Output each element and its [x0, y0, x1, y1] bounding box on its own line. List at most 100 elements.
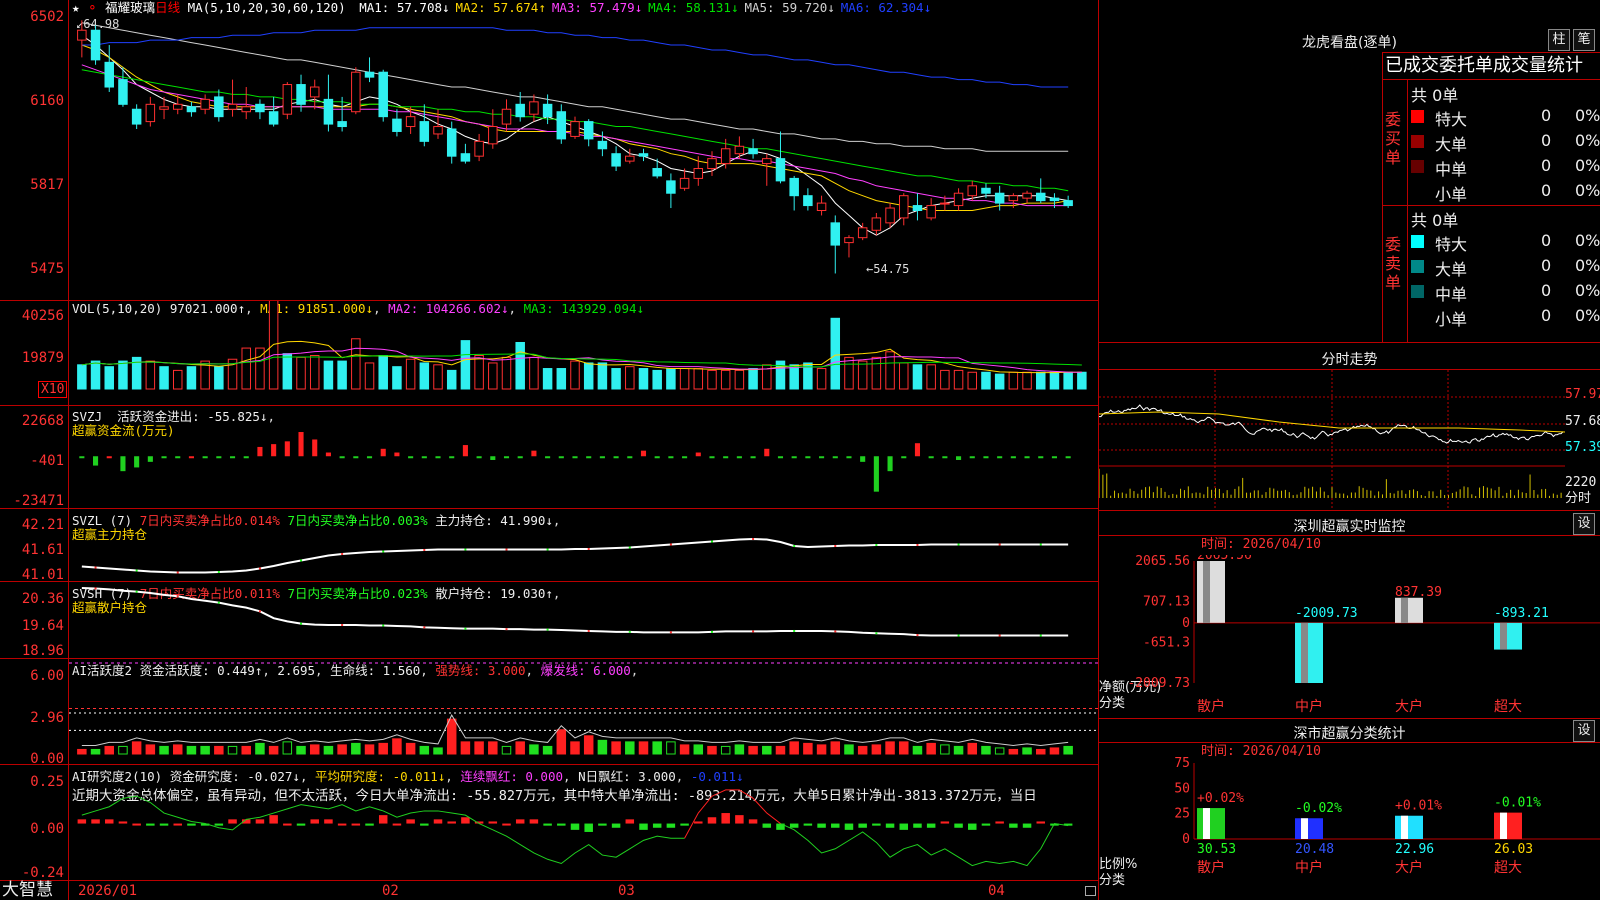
main-holding-line-point — [752, 538, 755, 540]
activity-bar — [337, 744, 347, 755]
category-label: 中户 — [1295, 698, 1323, 715]
activity-bar — [748, 745, 758, 755]
flow-bar — [1051, 456, 1057, 459]
candlestick-chart[interactable] — [69, 0, 1098, 300]
main-holding-line — [81, 537, 1069, 574]
candle-body — [1063, 200, 1073, 207]
activity-bar — [967, 742, 978, 755]
class-title: 深市超赢分类统计 — [1293, 726, 1406, 742]
research-bar — [707, 817, 717, 824]
candle-body — [981, 187, 991, 194]
bar-value-label: -0.01% — [1494, 796, 1541, 811]
candle-body — [200, 98, 210, 110]
bar-view-button[interactable]: 柱 — [1548, 29, 1570, 51]
flow-bar — [1024, 456, 1030, 459]
candle-body — [364, 71, 375, 78]
retail-holding-chart[interactable] — [69, 582, 1098, 658]
candle-body — [323, 98, 334, 125]
bar-value-label: +0.01% — [1395, 799, 1442, 814]
volume-bar — [529, 356, 539, 390]
monitor-settings-button[interactable]: 设 — [1573, 513, 1595, 535]
volume-bar — [693, 368, 704, 390]
research-bar — [529, 819, 539, 824]
retail-holding-line-point — [587, 629, 590, 632]
intraday-chart[interactable] — [1099, 370, 1565, 510]
main-holding-line-point — [382, 550, 385, 553]
divider — [1099, 342, 1600, 343]
volume-bar — [597, 362, 608, 390]
class-bar-chart[interactable]: 75 50 25 0 +0.02% 30.53 散户 -0.02% 20.48 中户 +0.01% 2… — [1099, 755, 1600, 900]
class-settings-button[interactable]: 设 — [1573, 720, 1595, 742]
volume-bar — [241, 347, 251, 390]
activity-bar — [570, 741, 580, 755]
flow-bar — [353, 456, 359, 459]
flow-bar — [545, 456, 551, 459]
pen-view-button[interactable]: 笔 — [1573, 29, 1595, 51]
activity-bar — [885, 741, 895, 755]
volume-bar — [857, 360, 868, 390]
candle-body — [638, 153, 649, 157]
research-bar — [406, 819, 415, 824]
retail-holding-line-point — [176, 595, 179, 598]
research-bar — [570, 823, 580, 830]
category-bar-highlight — [1203, 561, 1210, 623]
retail-holding-line-point — [916, 634, 919, 637]
research-bar — [858, 823, 867, 828]
lock-icon[interactable] — [1085, 886, 1096, 896]
intraday-axis-label: 57.97 — [1565, 387, 1600, 402]
research-bar — [968, 823, 977, 830]
volume-bar — [748, 368, 758, 390]
research-bar — [872, 823, 881, 826]
flow-bar — [271, 444, 277, 457]
candle-body — [309, 86, 320, 98]
activity-bar — [816, 744, 827, 755]
candle-body — [241, 106, 251, 113]
research-bar — [255, 819, 265, 824]
ma-line-ma6 — [81, 27, 1069, 88]
flow-bar — [120, 456, 126, 472]
retail-holding-line-point — [135, 590, 138, 593]
research-bar — [146, 823, 155, 826]
main-holding-chart[interactable] — [69, 509, 1098, 581]
fund-flow-chart[interactable] — [69, 406, 1098, 508]
monitor-bar-chart[interactable]: 2065.56 707.13 0 -651.3 -2009.73 2065.56 散户 -20… — [1099, 555, 1600, 715]
candle-body — [583, 121, 594, 140]
flow-bar — [572, 456, 578, 459]
main-chart-panel[interactable]: ★ ⚬ 福耀玻璃日线 MA(5,10,20,30,60,120) MA1: 57… — [0, 0, 1099, 900]
price-axis-label: 5817 — [30, 177, 64, 193]
candle-body — [803, 195, 813, 207]
category-label: 超大 — [1494, 860, 1522, 876]
volume-bar — [542, 368, 553, 390]
order-count: 0 — [1541, 106, 1552, 125]
candle-body — [885, 207, 895, 224]
volume-chart[interactable] — [69, 301, 1098, 405]
divider — [0, 880, 1098, 881]
activity-bar — [625, 741, 635, 755]
flow-bar — [873, 456, 879, 492]
ai-research-chart[interactable] — [69, 765, 1098, 880]
flow-bar — [175, 456, 181, 459]
retail-holding-line-point — [382, 624, 385, 627]
category-bar — [1295, 818, 1323, 839]
divider — [1382, 79, 1600, 80]
flow-bar — [860, 456, 866, 462]
flow-bar — [325, 452, 331, 457]
candle-body — [720, 148, 731, 165]
flow-bar — [161, 456, 167, 459]
date-axis-label: 02 — [382, 883, 399, 899]
flow-bar — [243, 456, 249, 459]
right-panel: 龙虎看盘(逐单) 柱 笔 已成交委托单成交量统计 委买单 委卖单 共 0单 共 … — [1099, 0, 1600, 900]
ai-axis-label: 0.00 — [30, 751, 64, 767]
candle-body — [77, 29, 87, 41]
flow-bar — [257, 446, 263, 457]
flow-bar — [627, 456, 633, 459]
candle-body — [762, 158, 772, 165]
activity-bar — [1036, 748, 1046, 755]
research-bar — [228, 819, 237, 824]
ai-axis-label: 6.00 — [30, 668, 64, 684]
retail-holding-line-point — [94, 587, 97, 590]
activity-bar — [529, 744, 539, 755]
candle-body — [912, 205, 923, 212]
research-bar — [1022, 823, 1032, 828]
ai-activity-chart[interactable] — [69, 659, 1098, 764]
